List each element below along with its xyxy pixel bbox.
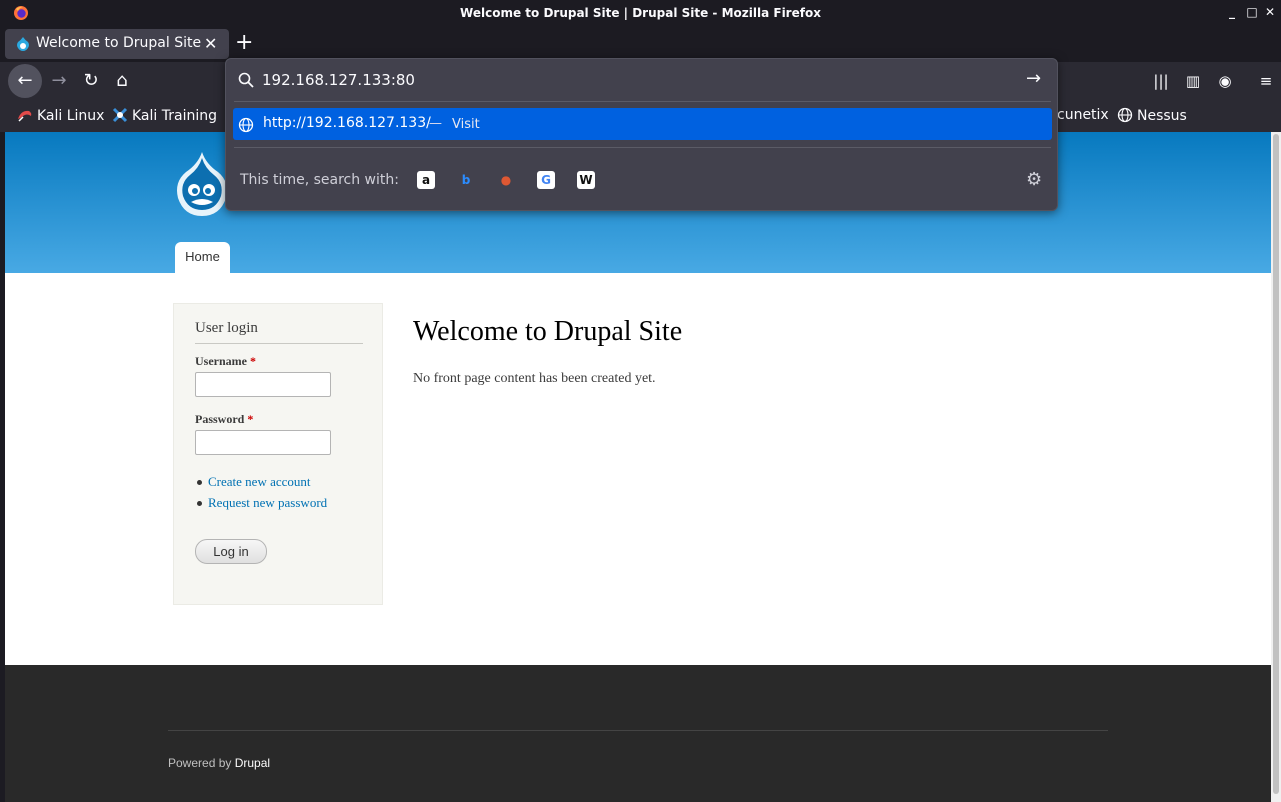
new-tab-button[interactable]: + [235,32,253,54]
search-settings-gear-icon[interactable]: ⚙ [1026,169,1042,190]
password-label: Password * [195,412,253,427]
urlbar-popup: → http://192.168.127.133/ — Visit This t… [225,58,1058,211]
window-title: Welcome to Drupal Site | Drupal Site - M… [460,6,821,20]
link-text[interactable]: Create new account [208,474,311,489]
bookmark-acunetix[interactable]: cunetix [1057,107,1109,123]
globe-icon [238,117,254,133]
bookmark-label: Kali Training [132,108,217,124]
username-field[interactable] [195,372,331,397]
google-icon[interactable]: G [537,171,555,189]
powered-by: Powered by Drupal [168,756,270,770]
drupal-link[interactable]: Drupal [235,756,270,770]
bookmark-nessus[interactable]: Nessus [1117,107,1187,124]
search-with-label: This time, search with: [240,172,399,188]
suggestion-separator: — [429,116,442,131]
page-title: Welcome to Drupal Site [413,316,683,347]
user-login-block: User login Username * Password * Create … [173,303,383,605]
kali-dragon-icon [18,110,32,122]
library-icon[interactable]: ||| [1151,71,1171,91]
kali-training-icon [112,107,128,123]
bookmark-label: Kali Linux [37,108,105,124]
tab-strip: Welcome to Drupal Site | Drupal Site ✕ + [0,26,1281,62]
home-button[interactable]: ⌂ [105,64,139,98]
required-marker: * [247,412,254,426]
site-footer: Powered by Drupal [5,665,1271,802]
minimize-button[interactable]: _ [1224,4,1240,20]
login-links: Create new account Request new password [195,474,327,516]
log-in-button[interactable]: Log in [195,539,267,564]
divider [234,147,1051,148]
close-window-button[interactable]: ✕ [1262,4,1278,20]
reload-button[interactable]: ↻ [74,64,108,98]
search-icon [238,72,254,88]
drupal-favicon-icon [17,37,29,51]
duckduckgo-icon[interactable]: ● [497,171,515,189]
bookmark-kali-training[interactable]: Kali Training [112,107,217,124]
tab-drupal-site[interactable]: Welcome to Drupal Site | Drupal Site ✕ [5,29,229,59]
link-text[interactable]: Request new password [208,495,327,510]
footer-divider [168,730,1108,731]
window-titlebar: Welcome to Drupal Site | Drupal Site - M… [0,0,1281,26]
powered-by-text: Powered by [168,756,232,770]
page-viewport: Home User login Username * Password * Cr… [5,132,1271,802]
back-button[interactable]: ← [8,64,42,98]
username-label-text: Username [195,354,247,368]
urlbar: → [226,59,1057,101]
go-arrow-icon[interactable]: → [1026,68,1041,89]
username-label: Username * [195,354,256,369]
bookmark-kali-linux[interactable]: Kali Linux [17,107,104,124]
suggestion-url: http://192.168.127.133/ [263,115,431,131]
divider [234,101,1051,102]
bullet-icon [197,501,202,506]
maximize-button[interactable]: □ [1244,4,1260,20]
user-login-heading: User login [195,320,363,344]
tab-close-icon[interactable]: ✕ [204,34,217,53]
account-icon[interactable]: ◉ [1215,71,1235,91]
required-marker: * [249,354,256,368]
tab-label: Welcome to Drupal Site | Drupal Site [36,35,201,51]
url-suggestion-row[interactable]: http://192.168.127.133/ — Visit [233,108,1052,140]
drupal-logo-icon[interactable] [172,150,232,218]
request-password-link[interactable]: Request new password [195,495,327,516]
bookmark-label: cunetix [1057,107,1109,123]
page-body-text: No front page content has been created y… [413,371,656,386]
nav-tab-home[interactable]: Home [175,242,230,273]
url-input[interactable] [262,69,1022,91]
password-field[interactable] [195,430,331,455]
scrollbar-thumb[interactable] [1273,134,1279,794]
page-scrollbar[interactable] [1271,132,1281,802]
bing-icon[interactable]: b [457,171,475,189]
sidebar-icon[interactable]: ▥ [1183,71,1203,91]
bookmark-label: Nessus [1137,108,1187,124]
wikipedia-icon[interactable]: W [577,171,595,189]
amazon-icon[interactable]: a [417,171,435,189]
globe-icon [1117,107,1133,123]
bullet-icon [197,480,202,485]
password-label-text: Password [195,412,245,426]
suggestion-action: Visit [452,117,480,132]
menu-icon[interactable]: ≡ [1256,71,1276,91]
create-account-link[interactable]: Create new account [195,474,327,495]
forward-button[interactable]: → [42,64,76,98]
